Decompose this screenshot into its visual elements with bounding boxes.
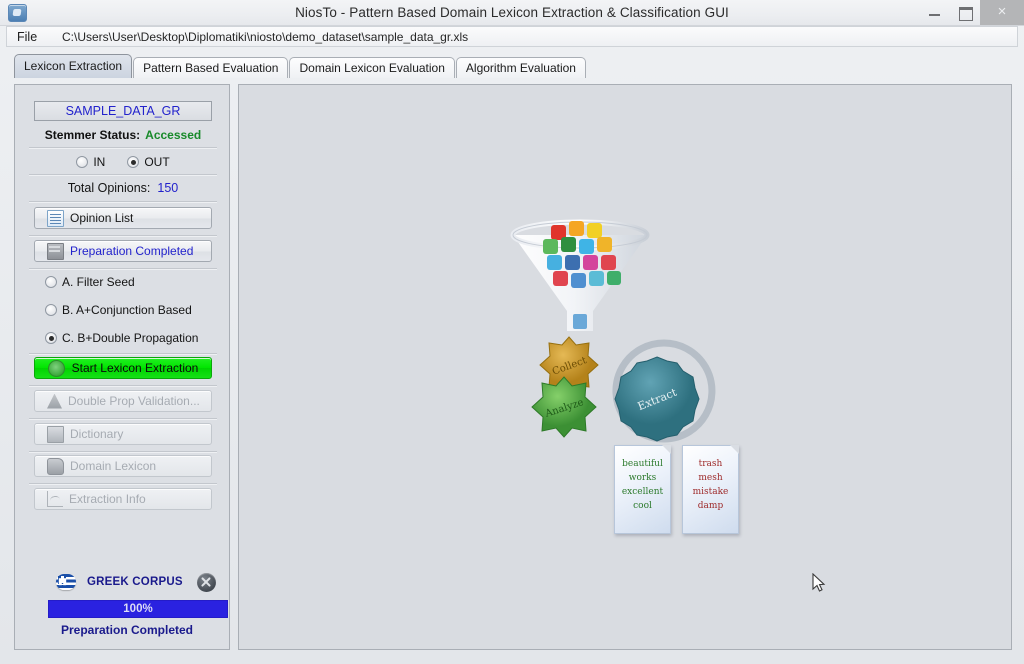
radio-double-propagation-icon [45, 332, 57, 344]
divider [29, 174, 217, 176]
tab-domain-lexicon-evaluation[interactable]: Domain Lexicon Evaluation [289, 57, 455, 78]
divider [29, 147, 217, 149]
menu-bar: File C:\Users\User\Desktop\Diplomatiki\n… [6, 26, 1018, 47]
note-word: trash [698, 459, 723, 469]
radio-conjunction-based[interactable]: B. A+Conjunction Based [45, 303, 192, 317]
radio-double-propagation-label: C. B+Double Propagation [62, 331, 199, 345]
note-word: mistake [692, 487, 729, 497]
double-prop-validation-label: Double Prop Validation... [68, 394, 200, 408]
domain-lexicon-label: Domain Lexicon [70, 459, 157, 473]
radio-out-icon [127, 156, 140, 168]
pipeline-illustration: Collect Analyze Extract beautiful works … [239, 85, 1013, 651]
tree-icon [47, 393, 62, 409]
maximize-button[interactable] [950, 0, 980, 25]
main-panel: Collect Analyze Extract beautiful works … [238, 84, 1012, 650]
window-controls: × [920, 0, 1024, 25]
polarity-notes: beautiful works excellent cool trash mes… [614, 445, 739, 534]
radio-conjunction-based-icon [45, 304, 57, 316]
note-word: works [628, 473, 657, 483]
stack-icon [47, 242, 64, 260]
stemmer-status-row: Stemmer Status: Accessed [34, 128, 212, 142]
title-bar: NiosTo - Pattern Based Domain Lexicon Ex… [0, 0, 1024, 26]
radio-out-label: OUT [144, 155, 170, 169]
radio-in[interactable]: IN [76, 155, 105, 169]
start-lexicon-extraction-label: Start Lexicon Extraction [71, 361, 199, 375]
preparation-completed-label: Preparation Completed [70, 244, 194, 258]
note-word: mesh [698, 473, 723, 483]
stemmer-status-label: Stemmer Status: [44, 128, 141, 142]
note-word: damp [697, 501, 724, 511]
total-opinions-label: Total Opinions: [67, 181, 151, 195]
extraction-info-label: Extraction Info [69, 492, 146, 506]
mouse-cursor [812, 573, 826, 592]
bottom-status-label: Preparation Completed [60, 623, 194, 637]
application-window: NiosTo - Pattern Based Domain Lexicon Ex… [0, 0, 1024, 664]
funnel-icon [510, 219, 650, 331]
tab-pattern-based-evaluation[interactable]: Pattern Based Evaluation [133, 57, 289, 78]
opinion-list-label: Opinion List [70, 211, 134, 225]
corpus-label: GREEK CORPUS [87, 576, 183, 588]
start-lexicon-extraction-button[interactable]: Start Lexicon Extraction [34, 357, 212, 379]
radio-filter-seed[interactable]: A. Filter Seed [45, 275, 135, 289]
menu-item-file[interactable]: File [13, 29, 41, 46]
radio-filter-seed-icon [45, 276, 57, 288]
window-title: NiosTo - Pattern Based Domain Lexicon Ex… [295, 5, 729, 20]
close-icon: × [997, 3, 1007, 20]
preparation-completed-button[interactable]: Preparation Completed [34, 240, 212, 262]
note-word: excellent [621, 487, 664, 497]
dictionary-label: Dictionary [70, 427, 124, 441]
extraction-info-button[interactable]: Extraction Info [34, 488, 212, 510]
divider [29, 235, 217, 237]
greek-flag-icon [56, 574, 76, 590]
minimize-button[interactable] [920, 0, 950, 25]
document-icon [47, 209, 64, 227]
book-icon [47, 425, 64, 443]
divider [29, 201, 217, 203]
progress-bar: 100% [48, 600, 228, 618]
divider [29, 385, 217, 387]
maximize-icon [959, 7, 973, 21]
minimize-icon [929, 14, 940, 16]
tab-strip: Lexicon Extraction Pattern Based Evaluat… [14, 54, 587, 78]
sidebar-panel: SAMPLE_DATA_GR Stemmer Status: Accessed I… [14, 84, 230, 650]
positive-words-note: beautiful works excellent cool [614, 445, 671, 534]
negative-words-note: trash mesh mistake damp [682, 445, 739, 534]
close-button[interactable]: × [980, 0, 1024, 25]
tab-lexicon-extraction[interactable]: Lexicon Extraction [14, 54, 133, 78]
divider [29, 451, 217, 453]
divider [29, 418, 217, 420]
radio-conjunction-based-label: B. A+Conjunction Based [62, 303, 192, 317]
divider [29, 353, 217, 355]
radio-double-propagation[interactable]: C. B+Double Propagation [45, 331, 198, 345]
note-word: beautiful [622, 459, 663, 469]
dataset-name-field[interactable]: SAMPLE_DATA_GR [34, 101, 212, 121]
radio-in-icon [76, 156, 89, 168]
radio-out[interactable]: OUT [127, 155, 170, 169]
total-opinions-row: Total Opinions: 150 [34, 181, 212, 195]
domain-lexicon-button[interactable]: Domain Lexicon [34, 455, 212, 477]
dataset-path-label: C:\Users\User\Desktop\Diplomatiki\niosto… [62, 30, 469, 44]
stemmer-status-value: Accessed [145, 128, 202, 142]
note-word: cool [633, 501, 652, 511]
dictionary-button[interactable]: Dictionary [34, 423, 212, 445]
cancel-icon[interactable] [196, 572, 216, 592]
tab-algorithm-evaluation[interactable]: Algorithm Evaluation [455, 57, 586, 78]
corpus-row: GREEK CORPUS [34, 569, 220, 595]
divider [29, 483, 217, 485]
double-prop-validation-button[interactable]: Double Prop Validation... [34, 390, 212, 412]
divider [29, 268, 217, 270]
inout-radio-group: IN OUT [34, 155, 212, 169]
radio-in-label: IN [93, 155, 106, 169]
chart-icon [47, 491, 63, 507]
radio-filter-seed-label: A. Filter Seed [62, 275, 135, 289]
progress-value: 100% [123, 603, 153, 615]
opinion-list-button[interactable]: Opinion List [34, 207, 212, 229]
total-opinions-value: 150 [157, 181, 179, 195]
gear-icon [47, 359, 65, 377]
cloud-icon [47, 457, 64, 475]
gear-cluster: Collect Analyze Extract [531, 336, 716, 443]
